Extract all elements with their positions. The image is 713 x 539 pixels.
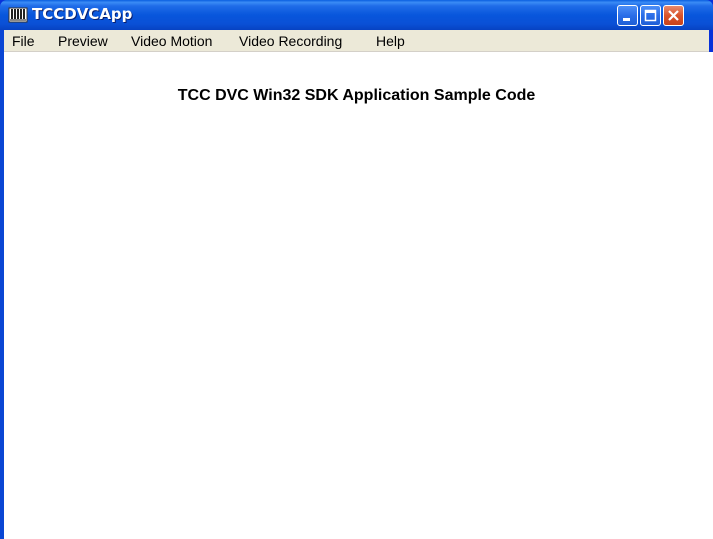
menu-preview[interactable]: Preview (58, 33, 108, 49)
window-title: TCCDVCApp (32, 5, 133, 23)
client-area[interactable] (4, 52, 713, 539)
menu-video-recording[interactable]: Video Recording (239, 33, 342, 49)
maximize-icon (644, 9, 657, 22)
close-button[interactable] (663, 5, 684, 26)
close-icon (668, 10, 679, 21)
minimize-button[interactable] (617, 5, 638, 26)
title-bar[interactable]: TCCDVCApp (0, 0, 713, 30)
menu-video-motion[interactable]: Video Motion (131, 33, 212, 49)
minimize-icon (623, 18, 630, 21)
maximize-button[interactable] (640, 5, 661, 26)
sample-code-heading: TCC DVC Win32 SDK Application Sample Cod… (177, 87, 536, 104)
menu-bar: File Preview Video Motion Video Recordin… (4, 30, 709, 52)
menu-file[interactable]: File (12, 33, 35, 49)
app-window: TCCDVCApp File Preview Video Motion Vide… (0, 0, 713, 539)
menu-help[interactable]: Help (376, 33, 405, 49)
film-strip-icon[interactable] (8, 6, 28, 24)
